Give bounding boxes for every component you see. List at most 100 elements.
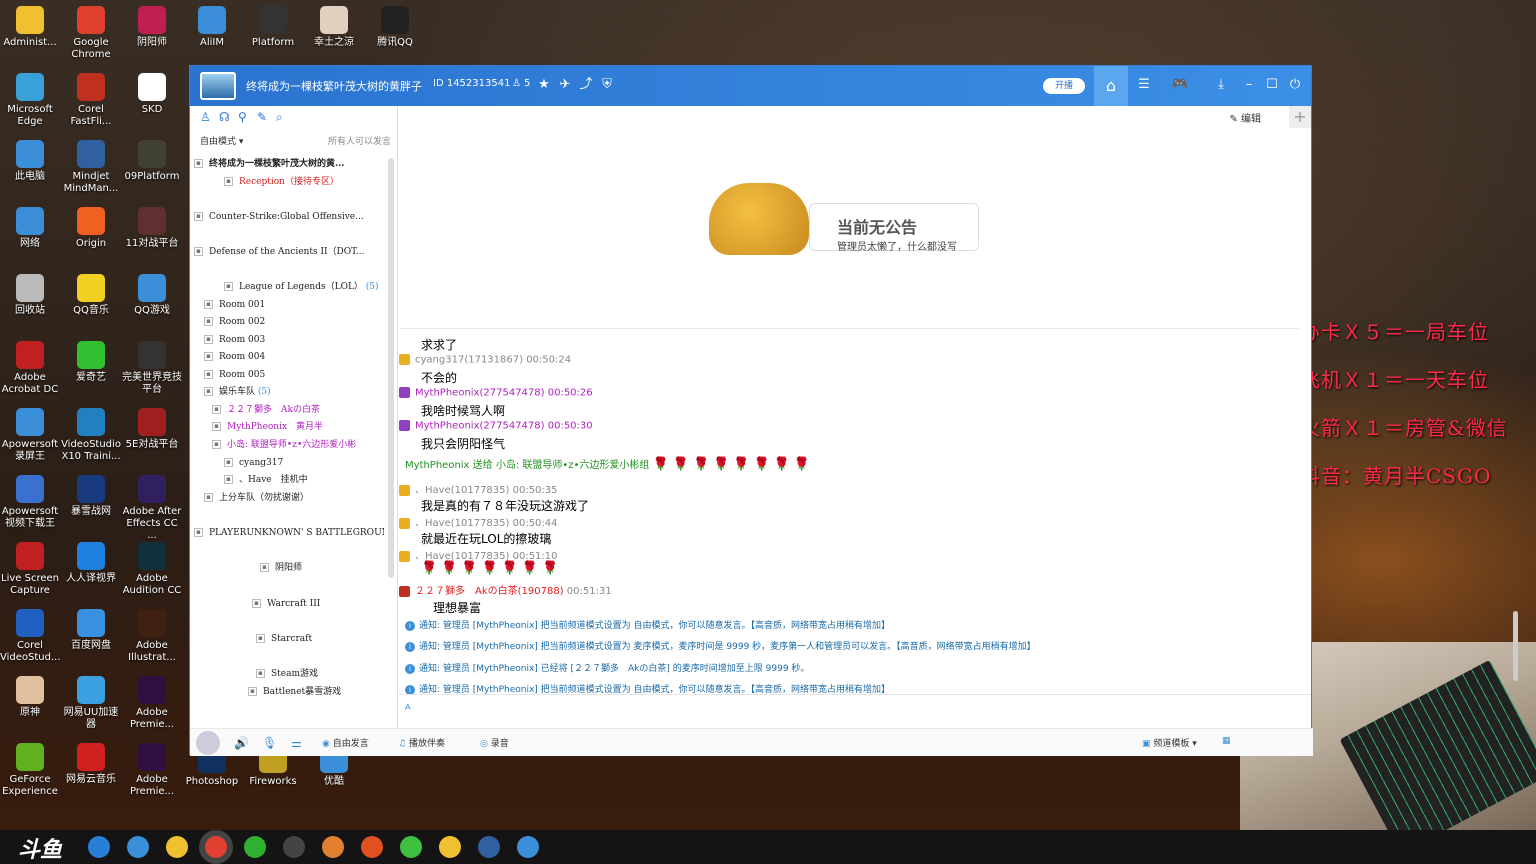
headset-icon[interactable]: ☊ <box>219 110 233 124</box>
desktop-icon[interactable]: 09Platform <box>122 140 182 206</box>
tree-node[interactable]: ▪ Room 005 <box>194 367 384 383</box>
taskbar-app-icon[interactable] <box>517 836 539 858</box>
desktop-icon[interactable]: Adobe Audition CC <box>122 542 182 608</box>
desktop-icon[interactable]: Adobe Premie... <box>122 743 182 809</box>
home-icon[interactable]: ⌂ <box>1094 66 1128 106</box>
expand-icon[interactable]: ▪ <box>204 493 213 502</box>
taskbar-app-icon[interactable] <box>88 836 110 858</box>
desktop-icon[interactable]: Adobe Illustrat... <box>122 609 182 675</box>
expand-icon[interactable]: ▪ <box>204 387 213 396</box>
grid-icon[interactable]: ▦ <box>1222 736 1231 746</box>
expand-icon[interactable]: ▪ <box>256 669 265 678</box>
desktop-icon[interactable]: Corel VideoStud... <box>0 609 61 675</box>
taskbar-app-icon[interactable] <box>205 836 227 858</box>
expand-icon[interactable]: ▪ <box>204 317 213 326</box>
tree-node[interactable]: ▪ Battlenet暴雪游戏 <box>194 684 384 700</box>
desktop-icon[interactable]: 原神 <box>0 676 60 742</box>
desktop-icon[interactable]: QQ游戏 <box>122 274 182 340</box>
tree-node[interactable]: ▪ Reception（接待专区） <box>194 174 384 190</box>
tree-node[interactable]: ▪ Steam游戏 <box>194 666 384 682</box>
location-icon[interactable]: ⚲ <box>238 110 252 124</box>
desktop-icon[interactable]: Platform <box>243 6 303 72</box>
play-music-button[interactable]: ♫ 播放伴奏 <box>398 736 445 749</box>
expand-icon[interactable]: ▪ <box>194 247 203 256</box>
desktop-icon[interactable]: Adobe After Effects CC ... <box>122 475 182 541</box>
expand-icon[interactable]: ▪ <box>252 599 261 608</box>
expand-icon[interactable]: ▪ <box>194 528 203 537</box>
taskbar-app-icon[interactable] <box>478 836 500 858</box>
desktop-icon[interactable]: 11对战平台 <box>122 207 182 273</box>
tree-node[interactable]: ▪ MythPheonix 黄月半 <box>194 419 384 435</box>
expand-icon[interactable]: ▪ <box>260 563 269 572</box>
desktop-icon[interactable]: Adobe Acrobat DC <box>0 341 60 407</box>
expand-icon[interactable]: ▪ <box>194 212 203 221</box>
desktop-icon[interactable]: Google Chrome <box>61 6 121 72</box>
taskbar-app-icon[interactable] <box>400 836 422 858</box>
tree-node[interactable]: ▪ 阴阳师 <box>194 560 384 576</box>
mixer-icon[interactable]: ⚌ <box>291 736 302 750</box>
add-icon[interactable]: + <box>1289 106 1311 128</box>
edit-icon[interactable]: ✎ <box>257 110 271 124</box>
gamepad-icon[interactable]: 🎮 <box>1171 76 1189 94</box>
taskbar-app-icon[interactable] <box>439 836 461 858</box>
desktop-icon[interactable]: 幸土之涼 <box>304 6 364 72</box>
expand-icon[interactable]: ▪ <box>204 335 213 344</box>
expand-icon[interactable]: ▪ <box>204 300 213 309</box>
desktop-icon[interactable]: 阴阳师 <box>122 6 182 72</box>
desktop-icon[interactable]: QQ音乐 <box>61 274 121 340</box>
taskbar-app-icon[interactable] <box>361 836 383 858</box>
tree-node[interactable]: ▪ Room 003 <box>194 332 384 348</box>
tree-node[interactable]: ▪ Warcraft III <box>194 596 384 612</box>
desktop-icon[interactable]: 此电脑 <box>0 140 60 206</box>
tree-node[interactable]: ▪ 终将成为一棵枝繁叶茂大树的黄... <box>194 156 384 172</box>
desktop-icon[interactable]: 网易云音乐 <box>61 743 121 809</box>
taskbar-app-icon[interactable] <box>127 836 149 858</box>
desktop-icon[interactable]: Origin <box>61 207 121 273</box>
expand-icon[interactable]: ▪ <box>212 422 221 431</box>
tree-node[interactable]: ▪ cyang317 <box>194 455 384 471</box>
expand-icon[interactable]: ▪ <box>204 352 213 361</box>
expand-icon[interactable]: ▪ <box>224 282 233 291</box>
mic-icon[interactable]: 🎙 <box>262 736 277 750</box>
tree-node[interactable]: ▪ Counter-Strike:Global Offensive... <box>194 209 384 225</box>
desktop-icon[interactable]: Live Screen Capture <box>0 542 60 608</box>
tree-node[interactable]: ▪ PLAYERUNKNOWN' S BATTLEGROUND (... <box>194 525 384 541</box>
channel-logo[interactable] <box>200 72 236 100</box>
tree-node[interactable]: ▪ Room 001 <box>194 297 384 313</box>
taskbar-app-icon[interactable] <box>283 836 305 858</box>
list-icon[interactable]: ☰ <box>1135 76 1153 94</box>
desktop-icon[interactable]: 完美世界竞技平台 <box>122 341 182 407</box>
expand-icon[interactable]: ▪ <box>204 370 213 379</box>
speaker-icon[interactable]: 🔊 <box>234 736 249 750</box>
desktop-icon[interactable]: Apowersoft 视频下载王 <box>0 475 60 541</box>
taskbar-app-icon[interactable] <box>322 836 344 858</box>
minimize-icon[interactable]: – <box>1240 76 1258 94</box>
tree-node[interactable]: ▪ Starcraft <box>194 631 384 647</box>
desktop-icon[interactable]: AliIM <box>182 6 242 72</box>
star-icon[interactable]: ★ <box>535 76 553 94</box>
tree-node[interactable]: ▪ 上分车队（勿扰谢谢） <box>194 490 384 506</box>
expand-icon[interactable]: ▪ <box>224 458 233 467</box>
tree-node[interactable]: ▪ 娱乐车队 (5) <box>194 384 384 400</box>
tree-node[interactable]: ▪ 小岛: 联盟导师•z•六边形爱小彬 <box>194 437 384 453</box>
edit-notice-button[interactable]: ✎ 编辑 <box>1229 110 1261 125</box>
free-speak-button[interactable]: ◉ 自由发言 <box>322 736 369 749</box>
desktop-icon[interactable]: 5E对战平台 <box>122 408 182 474</box>
desktop-icon[interactable]: Corel FastFli... <box>61 73 121 139</box>
tree-node[interactable]: ▪ 、Have 挂机中 <box>194 472 384 488</box>
expand-icon[interactable]: ▪ <box>194 159 203 168</box>
expand-icon[interactable]: ▪ <box>248 687 257 696</box>
maximize-icon[interactable]: ☐ <box>1263 76 1281 94</box>
desktop-icon[interactable]: 腾讯QQ <box>365 6 425 72</box>
tree-node[interactable]: ▪ Room 004 <box>194 349 384 365</box>
tree-node[interactable]: ▪ Defense of the Ancients II（DOT... <box>194 244 384 260</box>
avatar[interactable] <box>196 731 220 755</box>
chat-scrollbar[interactable] <box>1513 611 1518 681</box>
share-icon[interactable]: ⤴ <box>577 76 595 94</box>
message-input[interactable]: ᴬ <box>399 694 1311 726</box>
expand-icon[interactable]: ▪ <box>212 440 221 449</box>
desktop-icon[interactable]: Microsoft Edge <box>0 73 60 139</box>
desktop-icon[interactable]: 爱奇艺 <box>61 341 121 407</box>
download-icon[interactable]: ⤓ <box>1212 76 1230 94</box>
desktop-icon[interactable]: 网络 <box>0 207 60 273</box>
